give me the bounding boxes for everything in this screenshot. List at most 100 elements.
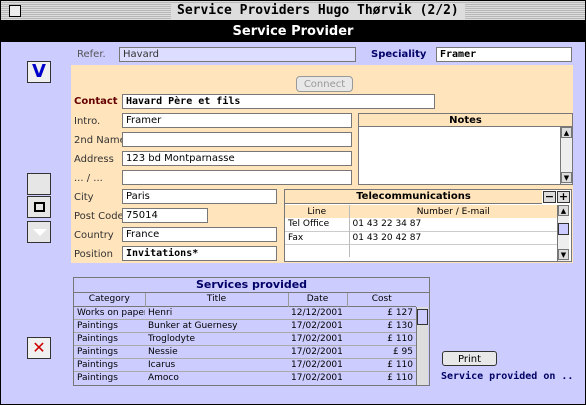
intro-label: Intro.: [74, 116, 101, 127]
date-cell: 17/02/2001: [291, 359, 343, 370]
services-title: Services provided: [73, 277, 430, 292]
contact-label: Contact: [74, 96, 118, 107]
services-panel: Category Title Date Cost Works on paper …: [73, 292, 430, 386]
record-list-button[interactable]: [27, 196, 51, 218]
title-cell: Bunker at Guernesy: [148, 320, 238, 331]
date-cell: 17/02/2001: [291, 346, 343, 357]
cost-cell: £ 95: [392, 346, 413, 357]
next-record-button[interactable]: [27, 221, 51, 243]
telecom-row[interactable]: Fax 01 43 20 42 87: [285, 231, 557, 244]
table-row[interactable]: Paintings Troglodyte 17/02/2001 £ 110: [74, 332, 416, 345]
title-cell: Henri: [148, 307, 173, 318]
telecom-row[interactable]: [285, 244, 557, 257]
scroll-up-icon[interactable]: ▲: [558, 205, 569, 216]
table-row[interactable]: Works on paper Henri 12/12/2001 £ 127: [74, 306, 416, 319]
table-row[interactable]: Paintings Amoco 17/02/2001 £ 110: [74, 371, 416, 384]
position-field[interactable]: Invitations*: [122, 246, 277, 261]
table-row[interactable]: Paintings Icarus 17/02/2001 £ 110: [74, 358, 416, 371]
scroll-down-icon[interactable]: ▼: [558, 249, 569, 260]
validate-icon: V: [32, 61, 46, 82]
services-col-category: Category: [74, 293, 146, 306]
cost-cell: £ 110: [387, 333, 413, 344]
contact-field[interactable]: Havard Père et fils: [122, 94, 435, 109]
telecom-number-cell: 01 43 22 34 87: [352, 219, 422, 230]
city-field[interactable]: Paris: [122, 189, 277, 204]
scroll-up-icon[interactable]: ▲: [561, 127, 572, 138]
delete-icon: ✕: [32, 338, 46, 357]
telecom-number-cell: 01 43 20 42 87: [352, 232, 422, 243]
title-bar[interactable]: Service Providers Hugo Thørvik (2/2): [1, 1, 585, 21]
refer-label: Refer.: [77, 49, 106, 60]
cost-cell: £ 127: [387, 307, 413, 318]
square-icon: [34, 202, 45, 212]
scroll-thumb[interactable]: [417, 309, 428, 325]
category-cell: Paintings: [77, 333, 118, 344]
title-cell: Amoco: [148, 372, 179, 383]
title-cell: Troglodyte: [148, 333, 196, 344]
position-label: Position: [74, 249, 113, 260]
telecom-title: Telecommunications: [285, 190, 542, 204]
services-scrollbar[interactable]: [416, 307, 428, 385]
telecom-col-line: Line: [285, 205, 350, 218]
first-record-button[interactable]: [27, 173, 51, 195]
address2-label: ... / ...: [74, 173, 103, 184]
category-cell: Paintings: [77, 320, 118, 331]
category-cell: Paintings: [77, 346, 118, 357]
app-window: Service Providers Hugo Thørvik (2/2) Ser…: [0, 0, 586, 405]
address-field[interactable]: 123 bd Montparnasse: [122, 151, 352, 166]
city-label: City: [74, 192, 94, 203]
header-title: Service Provider: [1, 21, 585, 42]
telecom-panel: Telecommunications − + Line Number / E-m…: [284, 189, 572, 262]
services-table: Category Title Date Cost Works on paper …: [74, 293, 416, 384]
country-label: Country: [74, 230, 114, 241]
cost-cell: £ 130: [387, 320, 413, 331]
second-name-field[interactable]: [122, 132, 352, 147]
address2-field[interactable]: [122, 170, 352, 185]
window-title: Service Providers Hugo Thørvik (2/2): [171, 3, 465, 19]
telecom-scrollbar[interactable]: ▲ ▼: [557, 205, 569, 261]
postcode-field[interactable]: 75014: [122, 208, 208, 223]
close-box-icon[interactable]: [9, 5, 21, 17]
services-col-title: Title: [145, 293, 289, 306]
print-button[interactable]: Print: [442, 351, 497, 366]
delete-button[interactable]: ✕: [27, 337, 51, 359]
country-field[interactable]: France: [122, 227, 277, 242]
refer-field[interactable]: Havard: [119, 47, 356, 62]
date-cell: 12/12/2001: [291, 307, 343, 318]
telecom-table: Line Number / E-mail Tel Office 01 43 22…: [285, 205, 557, 257]
speciality-field[interactable]: Framer: [436, 47, 572, 62]
address-label: Address: [74, 154, 114, 165]
category-cell: Paintings: [77, 372, 118, 383]
table-row[interactable]: Paintings Nessie 17/02/2001 £ 95: [74, 345, 416, 358]
cost-cell: £ 110: [387, 372, 413, 383]
scroll-thumb[interactable]: [558, 223, 569, 235]
service-provided-on-label: Service provided on ..: [441, 371, 574, 382]
date-cell: 17/02/2001: [291, 333, 343, 344]
remove-line-button[interactable]: −: [543, 191, 556, 203]
triangle-down-icon: [33, 229, 47, 236]
services-col-cost: Cost: [371, 294, 392, 305]
scroll-down-icon[interactable]: ▼: [561, 172, 572, 183]
category-cell: Works on paper: [77, 307, 145, 318]
title-cell: Nessie: [148, 346, 178, 357]
date-cell: 17/02/2001: [291, 320, 343, 331]
category-cell: Paintings: [77, 359, 118, 370]
second-name-label: 2nd Name: [74, 135, 126, 146]
add-line-button[interactable]: +: [557, 191, 570, 203]
telecom-line-cell: Fax: [285, 231, 350, 244]
speciality-label: Speciality: [371, 49, 427, 60]
intro-field[interactable]: Framer: [122, 113, 352, 128]
cost-cell: £ 110: [387, 359, 413, 370]
telecom-row[interactable]: Tel Office 01 43 22 34 87: [285, 218, 557, 231]
postcode-label: Post Code: [74, 211, 124, 222]
services-col-date: Date: [288, 293, 348, 306]
table-row[interactable]: Paintings Bunker at Guernesy 17/02/2001 …: [74, 319, 416, 332]
title-cell: Icarus: [148, 359, 176, 370]
notes-panel[interactable]: Notes ▲ ▼: [358, 113, 573, 185]
connect-button[interactable]: Connect: [296, 76, 353, 92]
telecom-line-cell: Tel Office: [285, 218, 350, 231]
validate-button[interactable]: V: [27, 61, 51, 83]
telecom-col-number: Number / E-mail: [416, 206, 490, 217]
notes-scrollbar[interactable]: ▲ ▼: [560, 127, 572, 184]
date-cell: 17/02/2001: [291, 372, 343, 383]
